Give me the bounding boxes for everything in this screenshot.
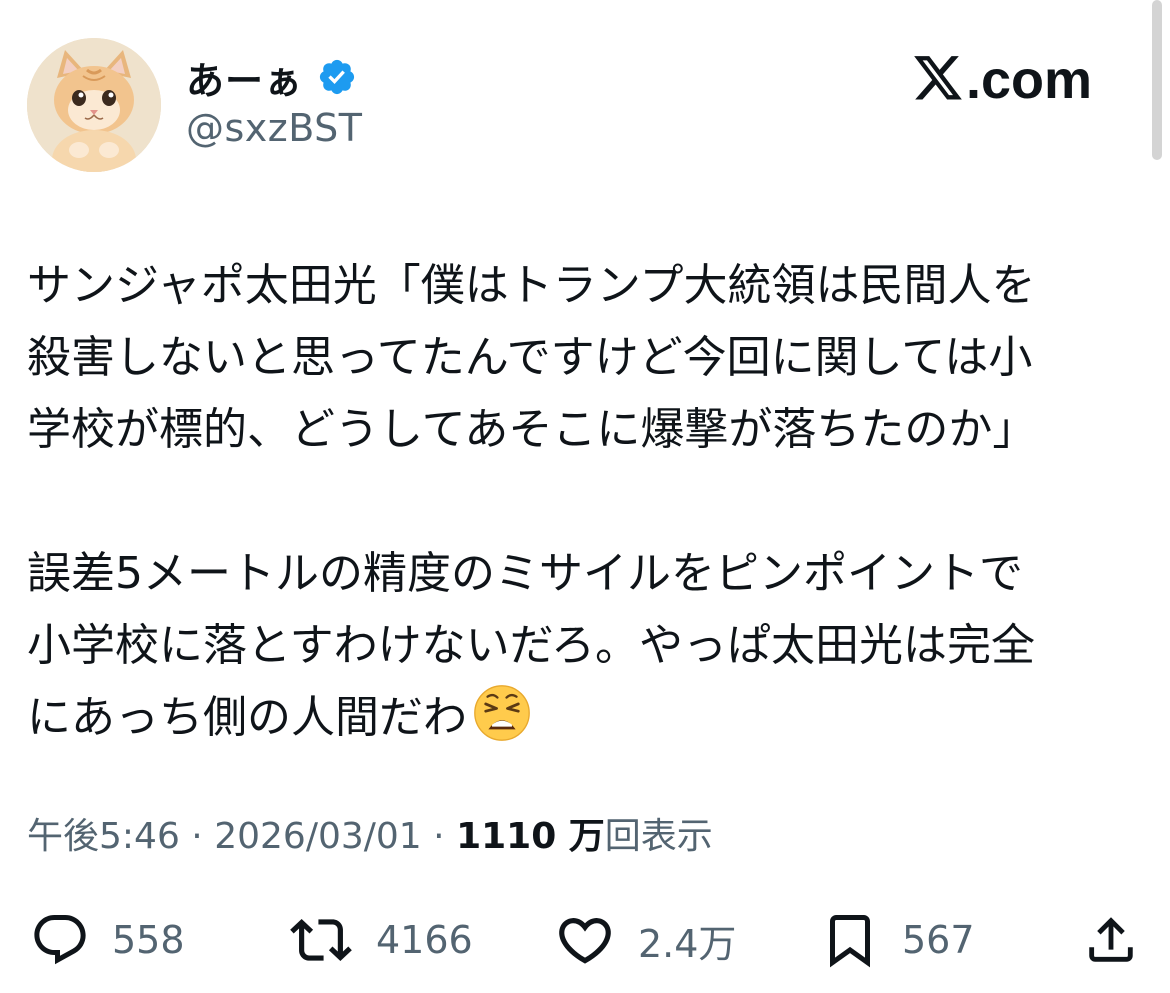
tweet-card: あーぁ @sxzBST .com サンジャポ太田光「僕はトランプ大統領は民間人を…	[0, 0, 1170, 993]
kitten-avatar-icon	[27, 38, 161, 172]
x-logo-icon	[914, 56, 962, 100]
user-handle[interactable]: @sxzBST	[186, 106, 362, 150]
brand-watermark: .com	[912, 48, 1092, 112]
tweet-line: 殺害しないと思ってたんですけど今回に関しては小	[27, 332, 1033, 383]
tweet-line: サンジャポ太田光「僕はトランプ大統領は民間人を	[27, 260, 1036, 311]
share-icon	[1089, 917, 1133, 962]
tweet-line: 誤差5メートルの精度のミサイルをピンポイントで	[27, 548, 1023, 599]
bookmark-icon	[830, 915, 870, 968]
bookmark-button[interactable]: 567	[820, 905, 975, 975]
display-name-row[interactable]: あーぁ	[186, 50, 357, 105]
views-count: 1110 万	[456, 816, 605, 857]
like-count: 2.4万	[638, 921, 737, 966]
views-label: 回表示	[604, 816, 713, 857]
tweet-line: 学校が標的、どうしてあそこに爆撃が落ちたのか」	[27, 404, 1037, 455]
action-bar: 558 4166 2.4万 567	[0, 905, 1170, 975]
tweet-line: にあっち側の人間だわ	[27, 692, 467, 743]
verified-badge-icon	[319, 59, 355, 95]
avatar[interactable]	[27, 38, 161, 172]
retweet-button[interactable]: 4166	[288, 905, 473, 975]
tweet-line: 小学校に落とすわけないだろ。やっぱ太田光は完全	[27, 620, 1036, 671]
meta-separator: ·	[191, 816, 203, 857]
reply-count: 558	[112, 918, 185, 962]
tweet-date[interactable]: 2026/03/01	[214, 816, 422, 857]
tweet-line-last: にあっち側の人間だわ	[27, 682, 1142, 754]
display-name[interactable]: あーぁ	[186, 50, 303, 105]
brand-label: .com	[966, 50, 1093, 110]
tweet-text: サンジャポ太田光「僕はトランプ大統領は民間人を 殺害しないと思ってたんですけど今…	[27, 250, 1142, 754]
share-button[interactable]	[1082, 905, 1140, 975]
bookmark-count: 567	[902, 918, 975, 962]
meta-separator: ·	[433, 816, 445, 857]
like-button[interactable]: 2.4万	[554, 905, 736, 975]
tweet-time[interactable]: 午後5:46	[27, 816, 180, 857]
retweet-icon	[290, 919, 352, 961]
retweet-count: 4166	[376, 918, 473, 962]
scrollbar[interactable]	[1152, 0, 1162, 160]
weary-face-emoji	[473, 684, 531, 742]
tweet-meta: 午後5:46 · 2026/03/01 · 1110 万回表示	[27, 812, 713, 862]
reply-button[interactable]: 558	[30, 905, 185, 975]
heart-icon	[559, 918, 611, 964]
reply-icon	[34, 915, 86, 965]
